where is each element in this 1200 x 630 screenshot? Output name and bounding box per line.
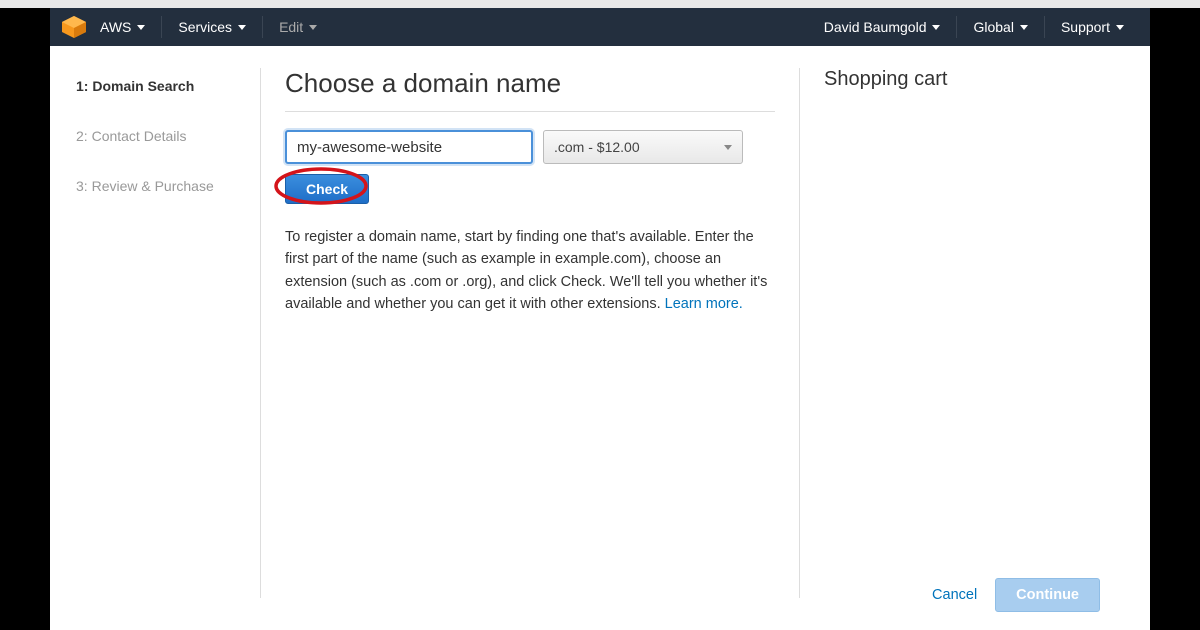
step-num: 1: bbox=[76, 78, 88, 94]
shopping-cart-panel: Shopping cart bbox=[800, 68, 1150, 628]
cart-title: Shopping cart bbox=[824, 68, 1126, 91]
wizard-sidebar: 1: Domain Search 2: Contact Details 3: R… bbox=[50, 68, 260, 628]
step-label: Domain Search bbox=[92, 78, 194, 94]
chevron-down-icon bbox=[309, 25, 317, 30]
tld-selected-label: .com - $12.00 bbox=[554, 139, 640, 155]
user-label: David Baumgold bbox=[824, 19, 927, 35]
chevron-down-icon bbox=[137, 25, 145, 30]
step-num: 3: bbox=[76, 178, 88, 194]
chevron-down-icon bbox=[932, 25, 940, 30]
main-panel: Choose a domain name .com - $12.00 Check bbox=[260, 68, 800, 598]
chevron-down-icon bbox=[238, 25, 246, 30]
support-menu[interactable]: Support bbox=[1047, 8, 1138, 46]
continue-button[interactable]: Continue bbox=[995, 578, 1100, 612]
aws-cube-icon bbox=[62, 16, 86, 38]
region-label: Global bbox=[973, 19, 1013, 35]
page-content: 1: Domain Search 2: Contact Details 3: R… bbox=[50, 46, 1150, 628]
step-label: Review & Purchase bbox=[92, 178, 214, 194]
support-label: Support bbox=[1061, 19, 1110, 35]
chevron-down-icon bbox=[724, 145, 732, 150]
region-menu[interactable]: Global bbox=[959, 8, 1041, 46]
check-button[interactable]: Check bbox=[285, 174, 369, 204]
divider bbox=[956, 16, 957, 38]
step-num: 2: bbox=[76, 128, 88, 144]
edit-label: Edit bbox=[279, 19, 303, 35]
browser-chrome-top bbox=[0, 0, 1200, 8]
edit-menu[interactable]: Edit bbox=[265, 8, 331, 46]
divider bbox=[262, 16, 263, 38]
divider bbox=[1044, 16, 1045, 38]
tld-dropdown[interactable]: .com - $12.00 bbox=[543, 130, 743, 164]
page-title: Choose a domain name bbox=[285, 68, 775, 112]
check-row: Check bbox=[285, 174, 369, 204]
cancel-link[interactable]: Cancel bbox=[932, 587, 977, 603]
aws-menu[interactable]: AWS bbox=[86, 8, 159, 46]
help-text: To register a domain name, start by find… bbox=[285, 226, 775, 316]
aws-logo-group bbox=[62, 16, 86, 38]
chevron-down-icon bbox=[1020, 25, 1028, 30]
chevron-down-icon bbox=[1116, 25, 1124, 30]
step-label: Contact Details bbox=[92, 128, 187, 144]
domain-search-row: .com - $12.00 bbox=[285, 130, 775, 164]
aws-topbar: AWS Services Edit David Baumgold Global bbox=[50, 8, 1150, 46]
step-review-purchase[interactable]: 3: Review & Purchase bbox=[76, 168, 260, 218]
step-contact-details[interactable]: 2: Contact Details bbox=[76, 118, 260, 168]
learn-more-link[interactable]: Learn more. bbox=[665, 296, 743, 312]
footer-actions: Cancel Continue bbox=[932, 578, 1100, 612]
step-domain-search[interactable]: 1: Domain Search bbox=[76, 68, 260, 118]
services-menu[interactable]: Services bbox=[164, 8, 260, 46]
user-menu[interactable]: David Baumgold bbox=[810, 8, 955, 46]
domain-name-input[interactable] bbox=[285, 130, 533, 164]
services-label: Services bbox=[178, 19, 232, 35]
divider bbox=[161, 16, 162, 38]
aws-menu-label: AWS bbox=[100, 19, 131, 35]
